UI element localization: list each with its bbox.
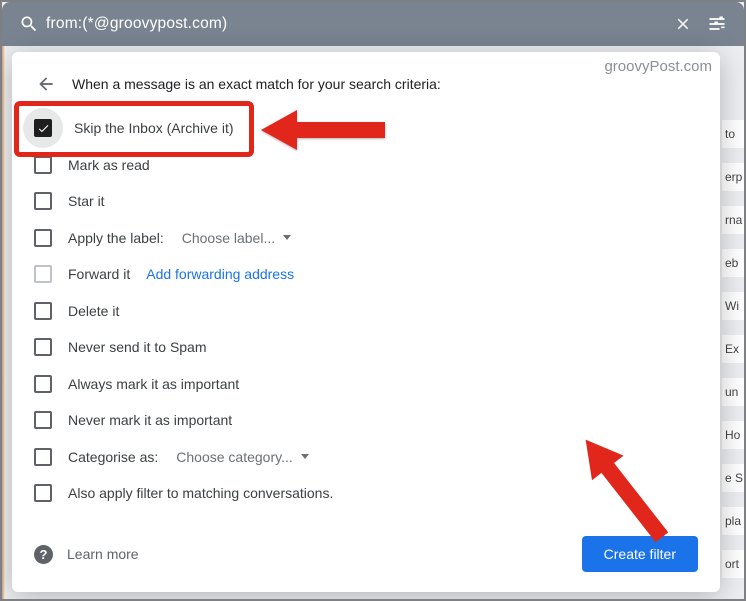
screenshot-frame <box>0 0 746 601</box>
